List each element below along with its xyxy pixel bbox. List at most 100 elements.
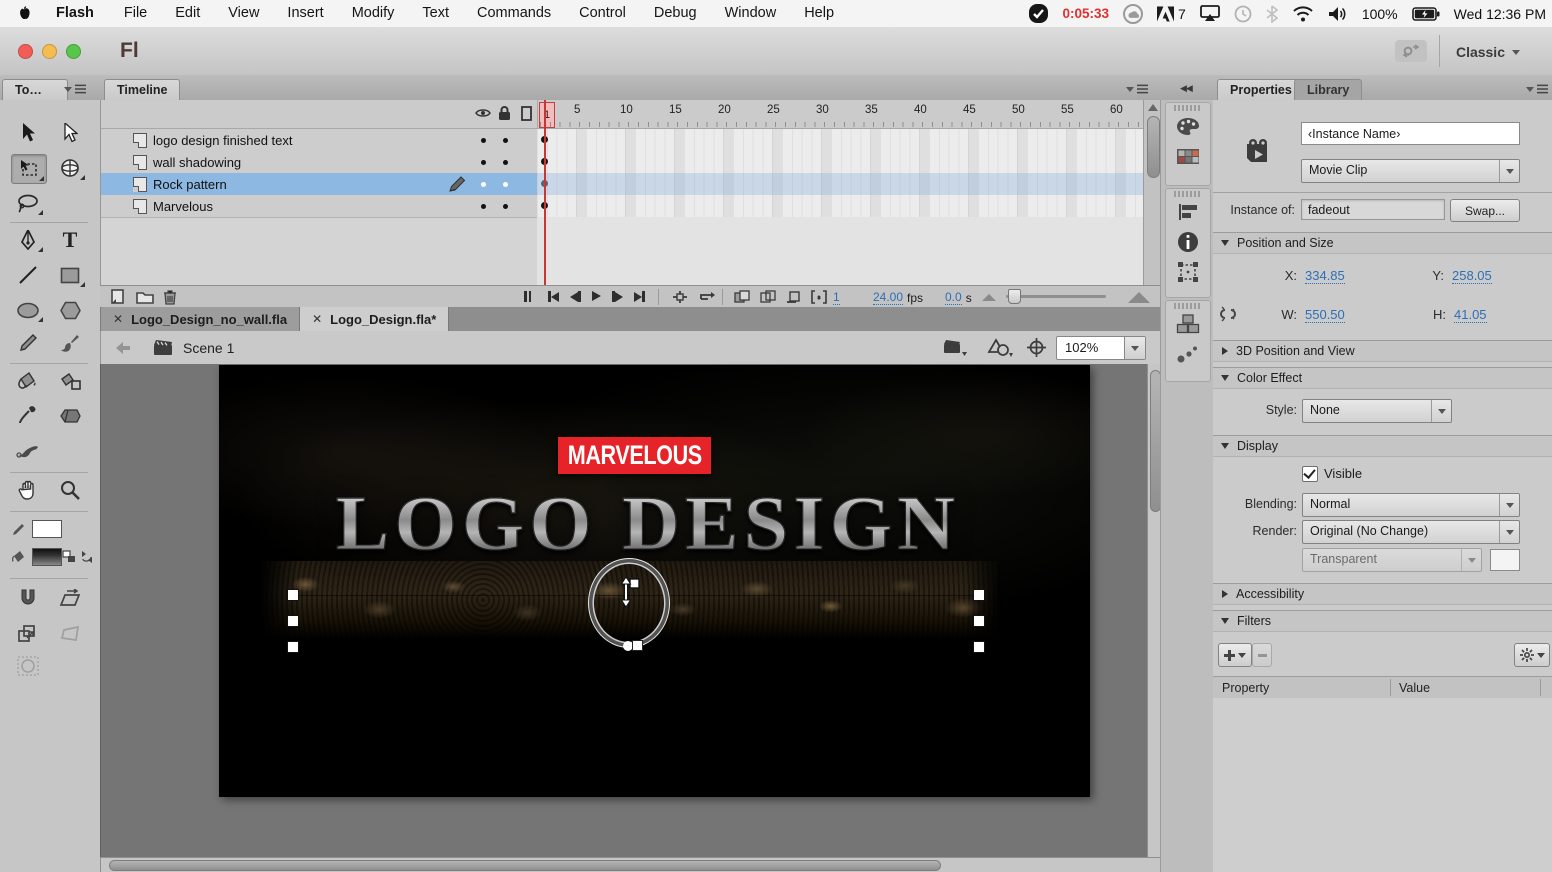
components-panel-icon[interactable] (1166, 309, 1210, 339)
hand-tool[interactable] (11, 476, 45, 504)
timeline-zoom-out-icon[interactable] (982, 294, 996, 301)
y-value[interactable]: 258.05 (1452, 268, 1492, 284)
scroll-up-arrow[interactable] (1148, 104, 1158, 111)
render-dropdown[interactable]: Original (No Change) (1302, 520, 1520, 544)
logo-design-artwork-text[interactable]: LOGO DESIGN (336, 479, 961, 568)
section-display[interactable]: Display (1213, 435, 1552, 457)
tools-panel-menu-icon[interactable] (64, 83, 86, 95)
oval-tool[interactable] (11, 296, 45, 324)
document-tab-logo-design-active[interactable]: ✕ Logo_Design.fla* (300, 307, 449, 331)
w-value[interactable]: 550.50 (1305, 307, 1345, 323)
menubar-clock[interactable]: Wed 12:36 PM (1454, 6, 1546, 22)
swap-button[interactable]: Swap... (1450, 199, 1520, 222)
volume-icon[interactable] (1328, 6, 1348, 22)
workspace-selector[interactable]: Classic (1446, 40, 1530, 64)
section-color-effect[interactable]: Color Effect (1213, 367, 1552, 389)
play-button[interactable] (592, 291, 601, 301)
layer-name[interactable]: logo design finished text (153, 133, 292, 148)
section-filters[interactable]: Filters (1213, 610, 1552, 632)
layer-lock-dot[interactable] (503, 138, 508, 143)
section-position-and-size[interactable]: Position and Size (1213, 232, 1552, 254)
workspace-switcher-icon[interactable] (1395, 40, 1427, 62)
section-3d-position-and-view[interactable]: 3D Position and View (1213, 340, 1552, 362)
filters-property-column[interactable]: Property (1222, 681, 1269, 695)
text-tool[interactable]: T (53, 226, 87, 254)
menu-view[interactable]: View (214, 0, 273, 27)
menu-edit[interactable]: Edit (161, 0, 214, 27)
scrollbar-thumb[interactable] (1147, 116, 1160, 178)
fill-color-control[interactable] (12, 548, 62, 566)
layer-row-marvelous[interactable]: Marvelous (101, 195, 537, 218)
align-panel-icon[interactable] (1166, 197, 1210, 227)
layer-visible-dot[interactable] (481, 204, 486, 209)
timeline-panel-menu-icon[interactable] (1126, 83, 1148, 95)
x-value[interactable]: 334.85 (1305, 268, 1345, 284)
3d-rotation-tool[interactable] (53, 154, 87, 182)
layer-row-logo-design-finished-text[interactable]: logo design finished text (101, 129, 537, 152)
tab-properties[interactable]: Properties (1217, 79, 1305, 101)
transform-handle-right-middle[interactable] (973, 615, 985, 627)
current-frame-value[interactable]: 1 (833, 290, 840, 305)
tab-library[interactable]: Library (1294, 79, 1362, 101)
menu-insert[interactable]: Insert (273, 0, 337, 27)
timeline-zoom-slider-knob[interactable] (1008, 289, 1021, 304)
bone-tool[interactable] (11, 436, 45, 464)
transform-handle-right-top[interactable] (973, 589, 985, 601)
layer-lock-dot[interactable] (503, 204, 508, 209)
tab-timeline-panel[interactable]: Timeline (104, 79, 180, 101)
bluetooth-icon[interactable] (1266, 5, 1278, 23)
frame-rate-value[interactable]: 24.00 (873, 290, 903, 305)
battery-icon[interactable] (1412, 7, 1440, 21)
pause-playback-icon[interactable] (524, 291, 531, 302)
layer-row-wall-shadowing[interactable]: wall shadowing (101, 151, 537, 174)
go-to-first-frame-button[interactable] (548, 291, 559, 302)
link-width-height-icon[interactable] (1219, 304, 1237, 324)
menu-control[interactable]: Control (565, 0, 640, 27)
frames-row[interactable] (537, 195, 1143, 218)
layer-name[interactable]: wall shadowing (153, 155, 241, 170)
free-transform-tool[interactable] (11, 154, 47, 184)
menu-file[interactable]: File (110, 0, 161, 27)
edit-symbols-button[interactable] (987, 338, 1013, 357)
layer-visible-dot[interactable] (481, 182, 486, 187)
filters-empty-list[interactable] (1213, 698, 1552, 872)
layer-visible-dot[interactable] (481, 138, 486, 143)
rotate-skew-option[interactable] (53, 584, 87, 612)
minimize-window-button[interactable] (42, 44, 57, 59)
scale-option[interactable] (11, 619, 45, 647)
loop-button[interactable] (698, 290, 715, 304)
filter-options-gear-button[interactable] (1514, 643, 1550, 667)
visibility-column-eye-icon[interactable] (475, 107, 491, 119)
info-panel-icon[interactable] (1166, 227, 1210, 257)
playhead[interactable] (544, 100, 546, 285)
tab-tools-panel[interactable]: To… (2, 79, 68, 101)
close-window-button[interactable] (18, 44, 33, 59)
color-panel-icon[interactable] (1166, 111, 1210, 141)
adobe-app-badge[interactable]: 7 (1157, 6, 1186, 22)
layer-lock-dot[interactable] (503, 160, 508, 165)
delete-layer-trash-button[interactable] (163, 289, 177, 305)
step-forward-button[interactable] (612, 291, 623, 302)
instance-name-input[interactable] (1301, 122, 1520, 145)
symbol-type-dropdown[interactable]: Movie Clip (1301, 159, 1520, 183)
frames-row[interactable] (537, 151, 1143, 174)
scrollbar-thumb[interactable] (109, 860, 941, 871)
timeline-zoom-slider-track[interactable] (1006, 295, 1106, 298)
ink-bottle-tool[interactable] (53, 367, 87, 395)
layer-name[interactable]: Marvelous (153, 199, 213, 214)
color-style-dropdown[interactable]: None (1302, 399, 1452, 423)
polystar-tool[interactable] (53, 296, 87, 324)
swap-colors-icon[interactable] (62, 550, 78, 564)
stroke-color-swatch[interactable] (32, 520, 62, 538)
menu-modify[interactable]: Modify (338, 0, 409, 27)
transform-bottom-center-handle[interactable] (632, 640, 643, 651)
recording-timer[interactable]: 0:05:33 (1062, 6, 1109, 21)
canvas-horizontal-scrollbar[interactable] (100, 857, 1161, 872)
pencil-tool[interactable] (11, 329, 45, 357)
paint-bucket-tool[interactable] (11, 367, 45, 395)
onion-skin-button[interactable] (734, 290, 750, 304)
back-arrow-icon[interactable] (115, 341, 131, 355)
center-frame-button[interactable] (672, 290, 688, 304)
fill-color-swatch[interactable] (32, 548, 62, 566)
close-tab-icon[interactable]: ✕ (312, 312, 322, 326)
